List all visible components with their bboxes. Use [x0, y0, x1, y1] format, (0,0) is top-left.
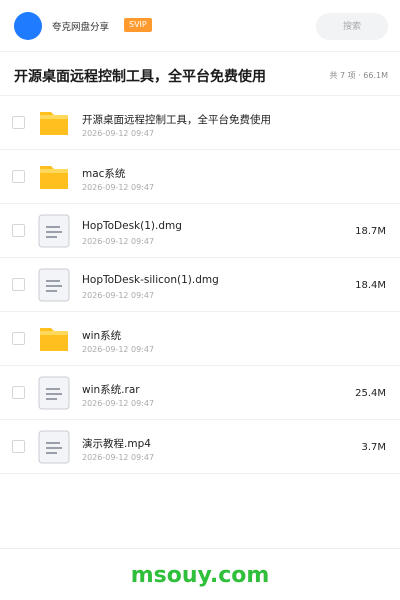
site-watermark: msouy.com: [130, 563, 270, 588]
select-checkbox[interactable]: [12, 440, 25, 453]
file-name: mac系统: [82, 168, 126, 180]
avatar[interactable]: [14, 12, 42, 40]
top-bar: 夸克网盘分享 SVIP: [0, 0, 400, 52]
file-size: 3.7M: [361, 442, 386, 453]
list-item[interactable]: 演示教程.mp4 2026-09-12 09:47 3.7M: [0, 420, 400, 474]
folder-icon: [40, 112, 68, 135]
select-checkbox[interactable]: [12, 170, 25, 183]
file-name: 开源桌面远程控制工具，全平台免费使用: [82, 114, 271, 126]
file-name: HopToDesk(1).dmg: [82, 220, 182, 232]
folder-icon: [40, 166, 68, 189]
search-input[interactable]: [316, 13, 388, 40]
list-item[interactable]: HopToDesk(1).dmg 2026-09-12 09:47 18.7M: [0, 204, 400, 258]
share-page: 夸克网盘分享 SVIP 开源桌面远程控制工具，全平台免费使用 共 7 项 · 6…: [0, 0, 400, 600]
file-list: 开源桌面远程控制工具，全平台免费使用 2026-09-12 09:47 mac系…: [0, 96, 400, 474]
file-date: 2026-09-12 09:47: [82, 399, 155, 408]
list-item[interactable]: win系统 2026-09-12 09:47: [0, 312, 400, 366]
file-date: 2026-09-12 09:47: [82, 453, 155, 462]
list-item[interactable]: win系统.rar 2026-09-12 09:47 25.4M: [0, 366, 400, 420]
document-icon: [38, 214, 70, 248]
file-size: 25.4M: [355, 388, 386, 399]
file-date: 2026-09-12 09:47: [82, 129, 155, 138]
file-date: 2026-09-12 09:47: [82, 291, 155, 300]
file-name: HopToDesk-silicon(1).dmg: [82, 274, 219, 286]
select-checkbox[interactable]: [12, 278, 25, 291]
file-name: win系统.rar: [82, 384, 140, 396]
svip-badge: SVIP: [124, 18, 152, 32]
file-date: 2026-09-12 09:47: [82, 183, 155, 192]
file-date: 2026-09-12 09:47: [82, 237, 155, 246]
select-checkbox[interactable]: [12, 116, 25, 129]
select-checkbox[interactable]: [12, 224, 25, 237]
item-count-meta: 共 7 项 · 66.1M: [329, 71, 388, 80]
folder-icon: [40, 328, 68, 351]
document-icon: [38, 430, 70, 464]
select-checkbox[interactable]: [12, 332, 25, 345]
page-title: 开源桌面远程控制工具，全平台免费使用: [14, 69, 266, 85]
file-name: win系统: [82, 330, 122, 342]
file-date: 2026-09-12 09:47: [82, 345, 155, 354]
list-item[interactable]: mac系统 2026-09-12 09:47: [0, 150, 400, 204]
share-owner-name: 夸克网盘分享: [52, 22, 110, 33]
select-checkbox[interactable]: [12, 386, 25, 399]
file-name: 演示教程.mp4: [82, 438, 151, 450]
file-size: 18.4M: [355, 280, 386, 291]
title-row: 开源桌面远程控制工具，全平台免费使用 共 7 项 · 66.1M: [0, 52, 400, 96]
list-item[interactable]: 开源桌面远程控制工具，全平台免费使用 2026-09-12 09:47: [0, 96, 400, 150]
document-icon: [38, 268, 70, 302]
list-item[interactable]: HopToDesk-silicon(1).dmg 2026-09-12 09:4…: [0, 258, 400, 312]
document-icon: [38, 376, 70, 410]
file-size: 18.7M: [355, 226, 386, 237]
footer: msouy.com: [0, 548, 400, 600]
